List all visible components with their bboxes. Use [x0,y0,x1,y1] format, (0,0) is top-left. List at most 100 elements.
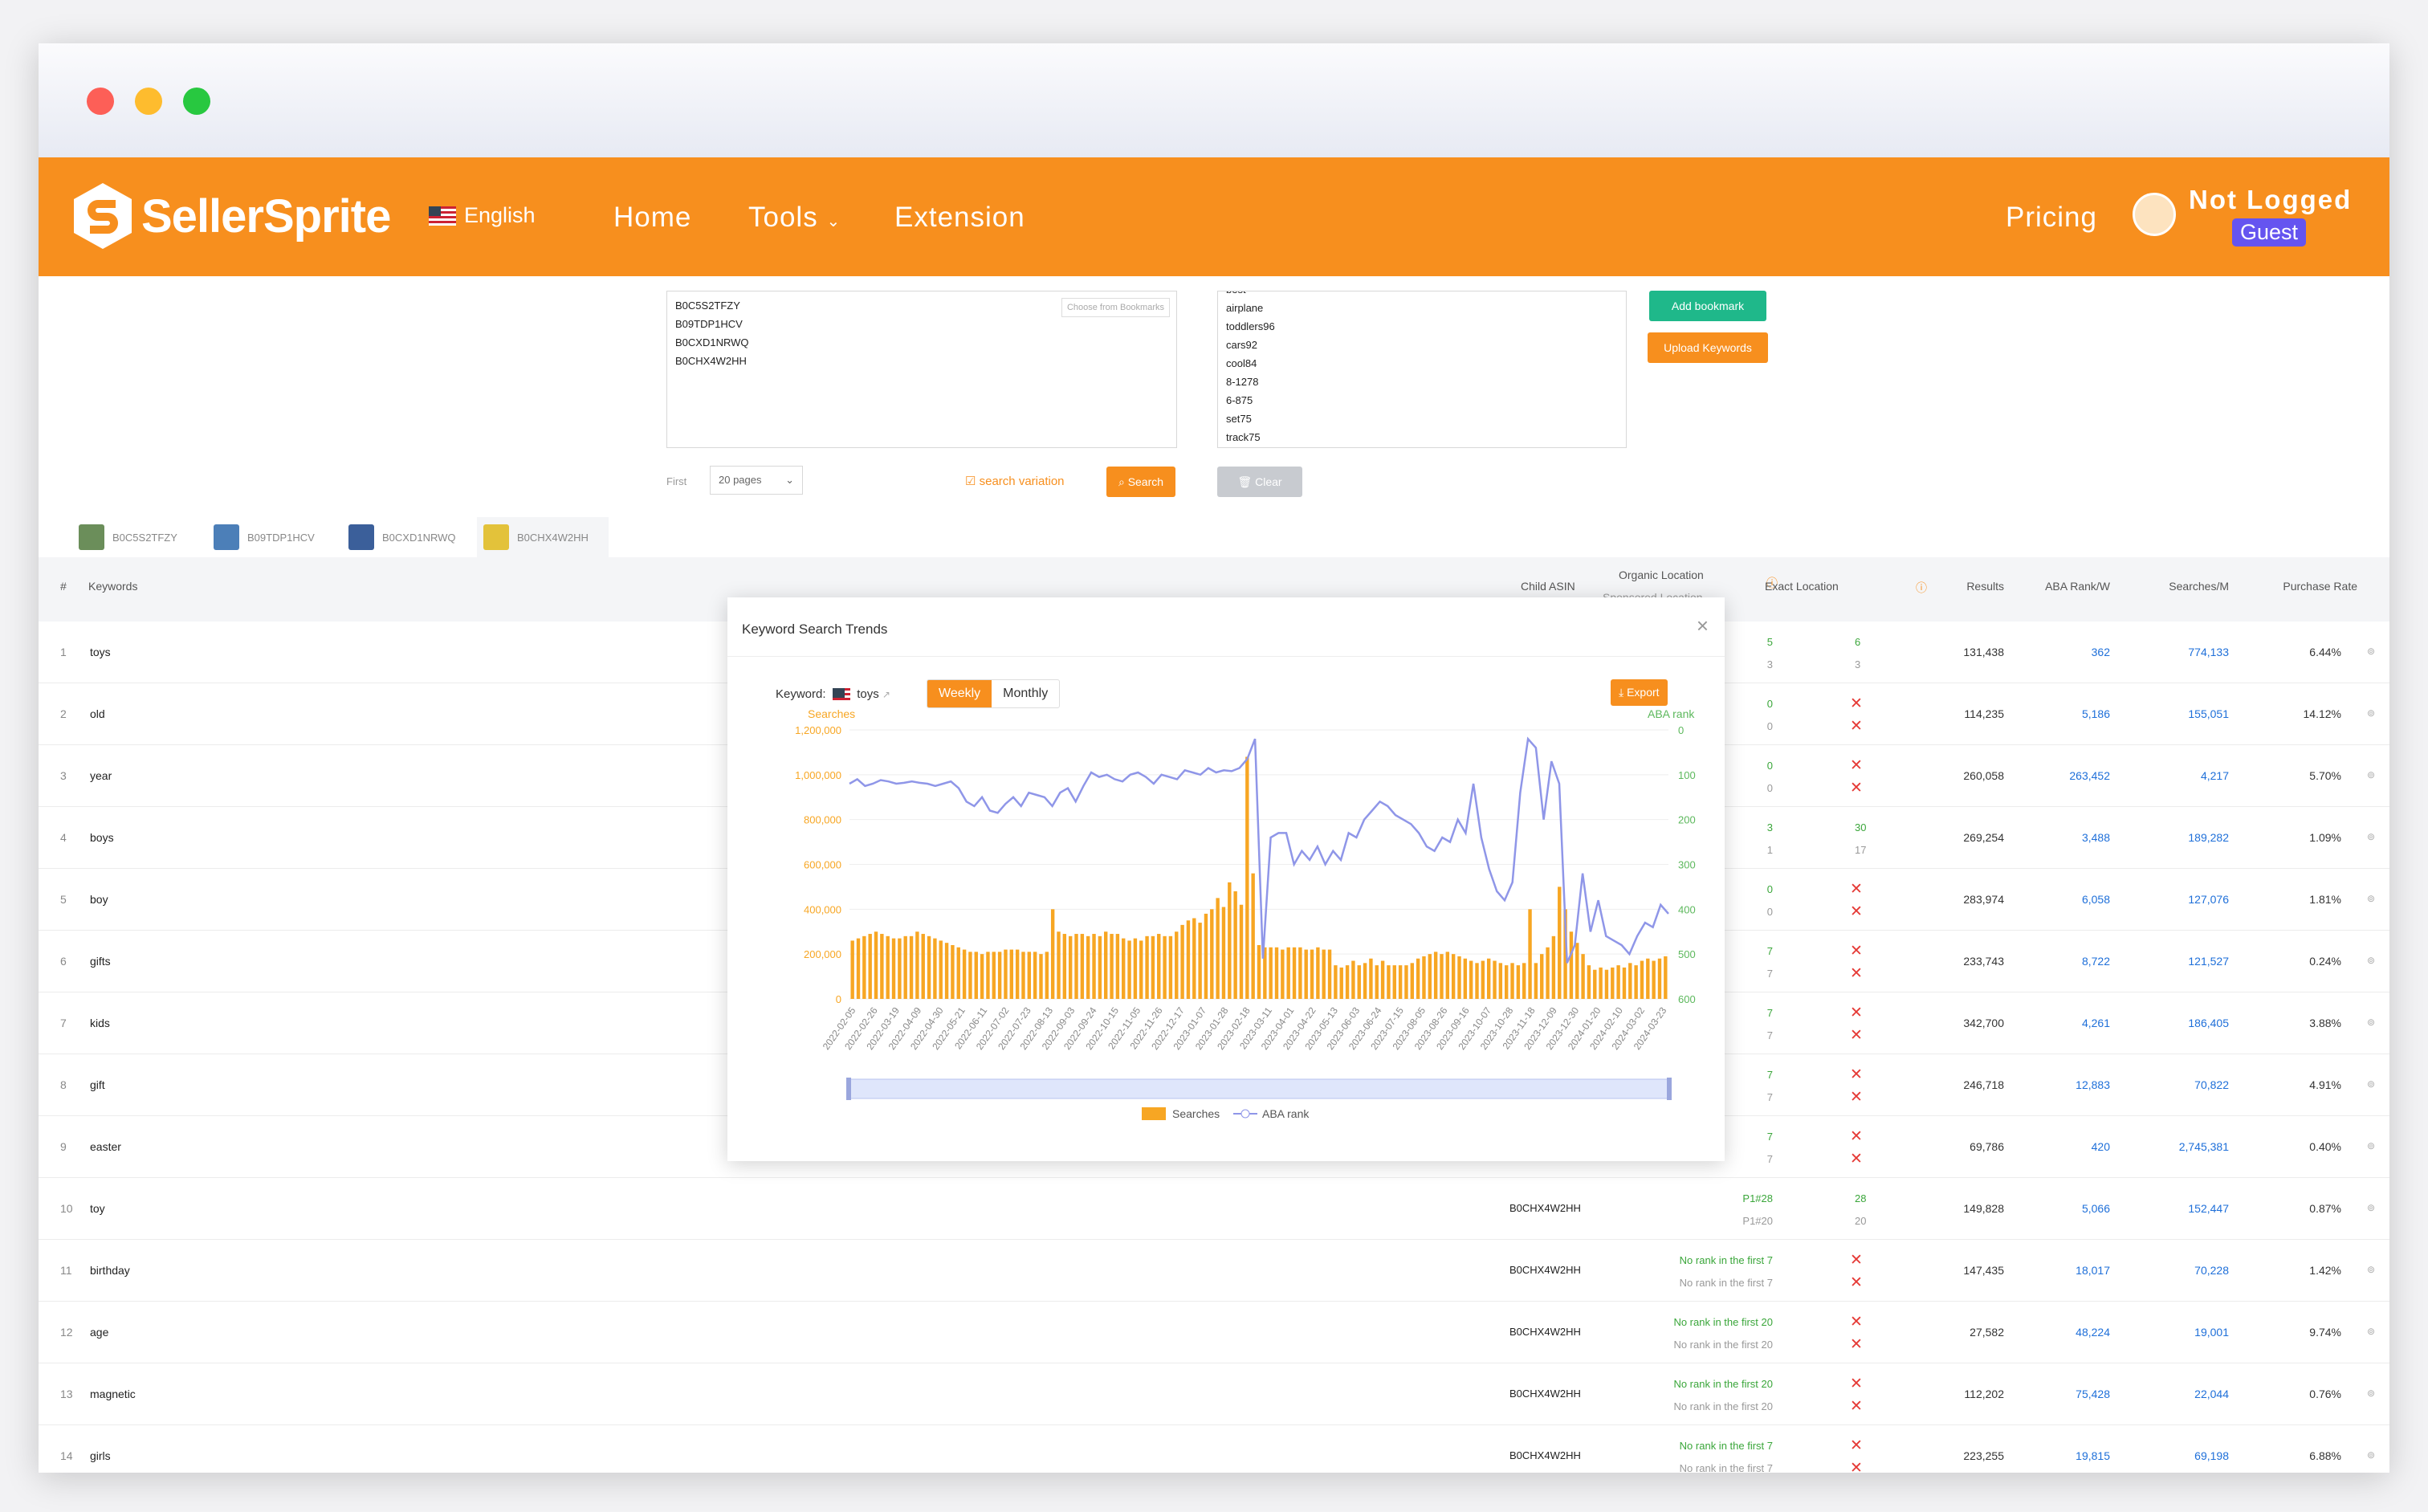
aba-rank-cell[interactable]: 362 [2039,646,2110,658]
searches-cell[interactable]: 22,044 [2141,1388,2229,1400]
aba-rank-cell[interactable]: 4,261 [2039,1017,2110,1029]
trend-icon[interactable]: ⊚ [2367,1388,2375,1399]
trend-icon[interactable]: ⊚ [2367,955,2375,966]
searches-cell[interactable]: 121,527 [2141,955,2229,968]
col-purchase[interactable]: Purchase Rate [2239,580,2357,593]
keyword-cell[interactable]: gift [90,1078,105,1091]
trend-icon[interactable]: ⊚ [2367,707,2375,719]
trend-icon[interactable]: ⊚ [2367,1078,2375,1090]
tab-label: B09TDP1HCV [247,531,315,544]
aba-rank-cell[interactable]: 18,017 [2039,1264,2110,1277]
nav-home[interactable]: Home [613,202,691,234]
trend-icon[interactable]: ⊚ [2367,1449,2375,1461]
aba-rank-cell[interactable]: 6,058 [2039,893,2110,906]
searches-cell[interactable]: 70,228 [2141,1264,2229,1277]
searches-bar [1316,947,1320,999]
aba-rank-cell[interactable]: 263,452 [2039,769,2110,782]
searches-cell[interactable]: 189,282 [2141,831,2229,844]
searches-bar [1216,898,1220,999]
aba-rank-cell[interactable]: 8,722 [2039,955,2110,968]
col-keywords[interactable]: Keywords [88,580,137,593]
keyword-cell[interactable]: toy [90,1202,105,1215]
col-searches[interactable]: Searches/M [2126,580,2229,593]
keyword-cell[interactable]: girls [90,1449,111,1462]
searches-cell[interactable]: 4,217 [2141,769,2229,782]
zoom-slider[interactable] [849,1078,1669,1099]
searches-cell[interactable]: 70,822 [2141,1078,2229,1091]
search-button[interactable]: ⌕ Search [1106,467,1175,497]
keyword-cell[interactable]: boys [90,831,114,844]
upload-keywords-button[interactable]: Upload Keywords [1648,332,1768,363]
col-aba[interactable]: ABA Rank/W [2006,580,2110,593]
keyword-cell[interactable]: old [90,707,105,720]
searches-cell[interactable]: 152,447 [2141,1202,2229,1215]
keyword-cell[interactable]: age [90,1326,108,1339]
keyword-cell[interactable]: kids [90,1017,110,1029]
keyword-cell[interactable]: easter [90,1140,121,1153]
trend-icon[interactable]: ⊚ [2367,1017,2375,1028]
zoom-handle-right[interactable] [1667,1078,1672,1100]
trend-icon[interactable]: ⊚ [2367,1326,2375,1337]
legend-aba[interactable]: ABA rank [1262,1107,1310,1120]
close-icon[interactable]: × [1697,613,1709,638]
trend-icon[interactable]: ⊚ [2367,646,2375,657]
keyword-cell[interactable]: year [90,769,112,782]
tab-asin-b09tdp1hcv[interactable]: B09TDP1HCV [207,517,342,557]
nav-pricing[interactable]: Pricing [2006,202,2097,234]
table-row[interactable]: 13 magnetic B0CHX4W2HH No rank in the first… [39,1363,2389,1425]
keyword-cell[interactable]: magnetic [90,1388,136,1400]
logo[interactable]: SellerSprite [72,180,391,252]
table-row[interactable]: 11 birthday B0CHX4W2HH No rank in the first… [39,1240,2389,1302]
nav-extension[interactable]: Extension [894,202,1025,234]
zoom-handle-left[interactable] [846,1078,851,1100]
search-variation-checkbox[interactable]: ☑ search variation [965,474,1065,488]
searches-cell[interactable]: 155,051 [2141,707,2229,720]
aba-rank-cell[interactable]: 420 [2039,1140,2110,1153]
trend-icon[interactable]: ⊚ [2367,1264,2375,1275]
table-row[interactable]: 14 girls B0CHX4W2HH No rank in the first 7 N… [39,1425,2389,1473]
searches-cell[interactable]: 186,405 [2141,1017,2229,1029]
bookmark-chooser[interactable]: Choose from Bookmarks [1061,298,1170,317]
keyword-cell[interactable]: birthday [90,1264,130,1277]
nav-tools[interactable]: Tools ⌄ [748,202,841,234]
maximize-window-icon[interactable] [183,88,210,115]
trend-icon[interactable]: ⊚ [2367,893,2375,904]
aba-rank-cell[interactable]: 5,186 [2039,707,2110,720]
aba-rank-cell[interactable]: 48,224 [2039,1326,2110,1339]
searches-cell[interactable]: 19,001 [2141,1326,2229,1339]
tab-asin-b0c5s2tfzy[interactable]: B0C5S2TFZY [72,517,207,557]
keyword-cell[interactable]: toys [90,646,111,658]
language-selector[interactable]: English [429,203,536,228]
help-icon[interactable]: ⓘ [1916,580,1927,596]
add-bookmark-button[interactable]: Add bookmark [1649,291,1766,321]
aba-rank-cell[interactable]: 5,066 [2039,1202,2110,1215]
aba-rank-cell[interactable]: 75,428 [2039,1388,2110,1400]
searches-cell[interactable]: 774,133 [2141,646,2229,658]
aba-rank-cell[interactable]: 12,883 [2039,1078,2110,1091]
tab-asin-b0cxd1nrwq[interactable]: B0CXD1NRWQ [342,517,477,557]
keywords-input[interactable]: best airplane toddlers96 cars92 cool84 8-1278… [1217,291,1627,448]
trend-icon[interactable]: ⊚ [2367,1140,2375,1151]
searches-cell[interactable]: 127,076 [2141,893,2229,906]
keyword-cell[interactable]: boy [90,893,108,906]
trend-icon[interactable]: ⊚ [2367,1202,2375,1213]
table-row[interactable]: 10 toy B0CHX4W2HH P1#28 P1#20 28 20 149,828 5,06… [39,1178,2389,1240]
minimize-window-icon[interactable] [135,88,162,115]
asin-input[interactable]: Choose from Bookmarks B0C5S2TFZY B09TDP1H… [666,291,1177,448]
aba-rank-cell[interactable]: 3,488 [2039,831,2110,844]
col-results[interactable]: Results [1930,580,2004,593]
clear-button[interactable]: 🗑 Clear [1217,467,1302,497]
keyword-cell[interactable]: gifts [90,955,111,968]
trend-icon[interactable]: ⊚ [2367,769,2375,780]
table-row[interactable]: 12 age B0CHX4W2HH No rank in the first 20 No… [39,1302,2389,1363]
tab-asin-b0chx4w2hh[interactable]: B0CHX4W2HH [477,517,609,557]
pages-select[interactable]: 20 pages ⌄ [710,466,803,495]
searches-cell[interactable]: 2,745,381 [2141,1140,2229,1153]
legend-searches[interactable]: Searches [1172,1107,1220,1120]
trend-icon[interactable]: ⊚ [2367,831,2375,842]
avatar[interactable] [2133,193,2176,236]
login-status[interactable]: Not Logged [2189,185,2352,215]
aba-rank-cell[interactable]: 19,815 [2039,1449,2110,1462]
close-window-icon[interactable] [87,88,114,115]
searches-cell[interactable]: 69,198 [2141,1449,2229,1462]
